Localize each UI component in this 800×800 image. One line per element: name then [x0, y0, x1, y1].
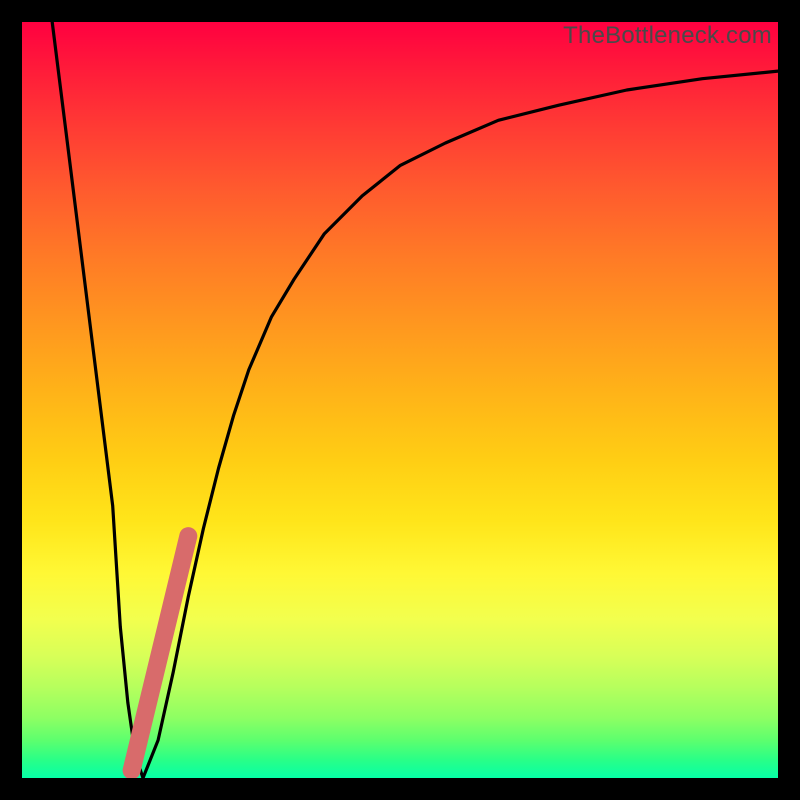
plot-area: TheBottleneck.com — [22, 22, 778, 778]
curves-svg — [22, 22, 778, 778]
chart-frame: TheBottleneck.com — [0, 0, 800, 800]
